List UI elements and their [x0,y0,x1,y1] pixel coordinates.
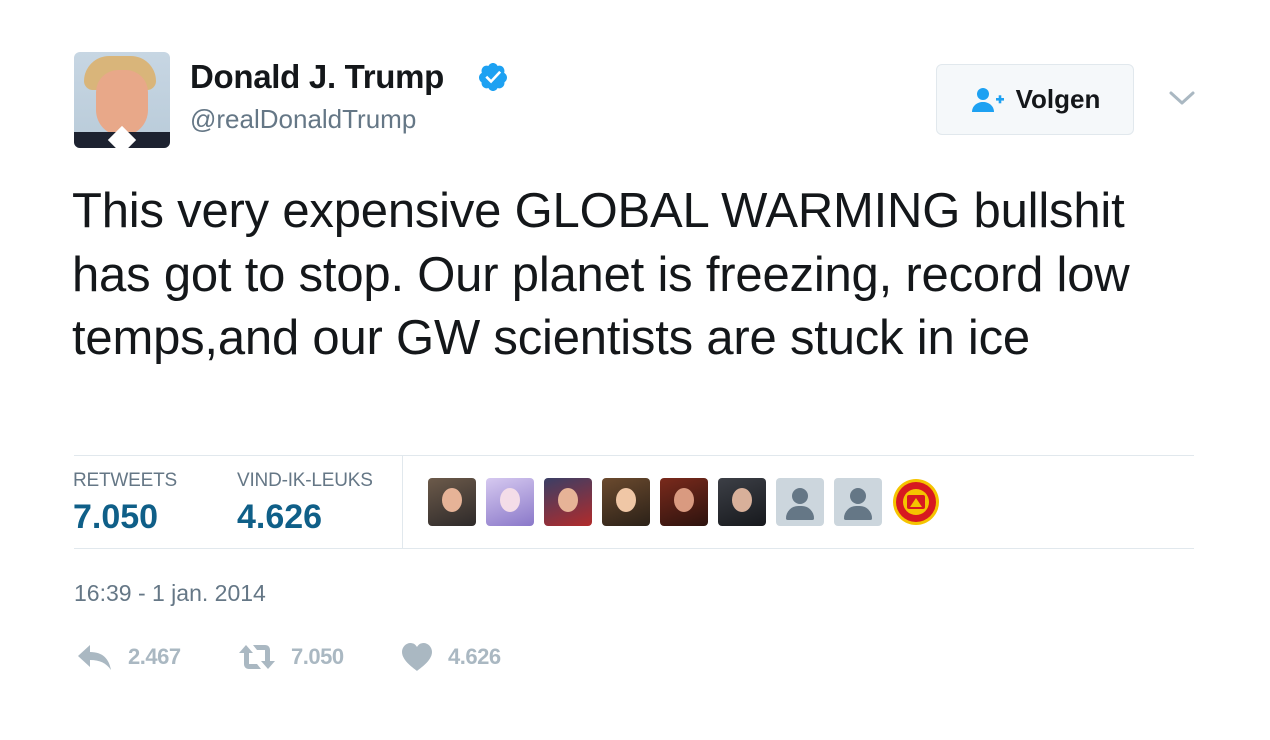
club-crest-icon[interactable] [892,478,940,526]
likes-count: 4.626 [237,498,323,536]
retweet-button[interactable]: 7.050 [237,642,344,672]
likes-label: VIND-IK-LEUKS [237,470,373,491]
divider [74,548,1194,549]
like-count: 4.626 [448,644,501,669]
retweets-stat[interactable]: RETWEETS 7.050 [73,470,177,537]
tweet-text: This very expensive GLOBAL WARMING bulls… [72,184,1130,365]
heart-icon [402,643,432,671]
retweet-icon [239,645,275,669]
reply-count: 2.467 [128,644,181,669]
author-handle[interactable]: @realDonaldTrump [190,104,416,135]
liker-avatar[interactable] [660,478,708,526]
likes-stat[interactable]: VIND-IK-LEUKS 4.626 [237,470,373,537]
reply-button[interactable]: 2.467 [76,642,181,672]
retweets-label: RETWEETS [73,470,177,491]
author-name[interactable]: Donald J. Trump [190,58,444,96]
add-user-icon [971,87,1004,112]
liker-avatar[interactable] [544,478,592,526]
retweets-count: 7.050 [73,498,159,536]
follow-button-label: Volgen [1015,84,1101,114]
default-avatar-icon[interactable] [776,478,824,526]
divider [74,455,1194,456]
default-avatar-icon[interactable] [834,478,882,526]
reply-icon [78,645,111,670]
stats-separator [402,456,403,548]
liker-avatar[interactable] [486,478,534,526]
verified-badge-icon [478,63,507,91]
liker-avatar[interactable] [718,478,766,526]
liker-avatars [428,478,940,526]
follow-button[interactable]: Volgen [936,64,1134,135]
liker-avatar[interactable] [428,478,476,526]
tweet-timestamp[interactable]: 16:39 - 1 jan. 2014 [74,580,266,607]
chevron-down-icon[interactable] [1168,88,1196,108]
like-button[interactable]: 4.626 [400,642,501,672]
author-avatar[interactable] [74,52,170,148]
retweet-count: 7.050 [291,644,344,669]
liker-avatar[interactable] [602,478,650,526]
